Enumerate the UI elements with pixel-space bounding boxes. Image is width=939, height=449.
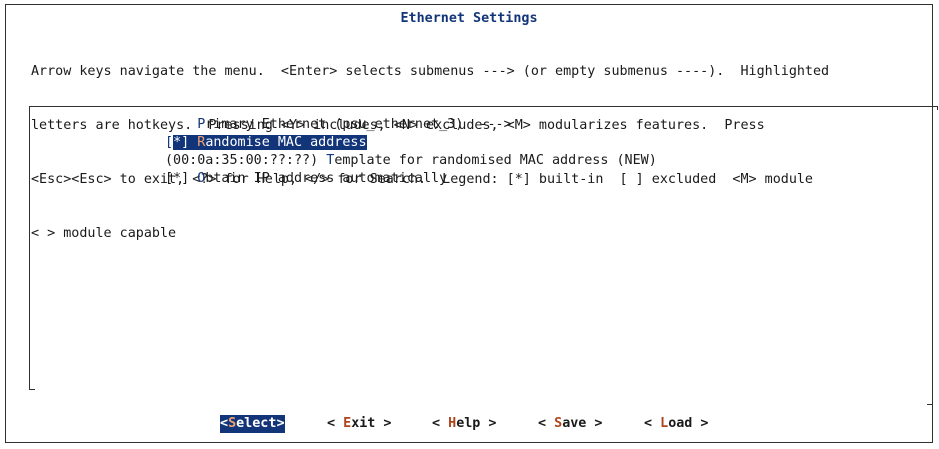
exit-button[interactable]: < Exit > — [327, 415, 392, 433]
button-label: xit — [351, 416, 376, 431]
menu-item-primary-ethernet[interactable]: Primary Ethernet (psu_ethernet_3) ---> — [165, 116, 512, 134]
menu-item-label: btain IP address automatically — [205, 171, 448, 186]
button-label: ave — [562, 416, 587, 431]
button-hotkey: L — [660, 416, 669, 431]
button-bracket: > — [480, 416, 497, 431]
button-hotkey: S — [228, 416, 237, 431]
button-hotkey: H — [448, 416, 457, 431]
menu-item-mac-template[interactable]: (00:0a:35:00:??:??) Template for randomi… — [165, 152, 657, 170]
button-hotkey: S — [554, 416, 563, 431]
load-button[interactable]: < Load > — [644, 415, 709, 433]
button-separator-tick — [927, 404, 932, 405]
menu-item-value: (00:0a:35:00:??:??) — [165, 153, 327, 168]
button-bracket: > — [276, 416, 285, 431]
menu-item-indent — [165, 117, 197, 132]
checkbox-mark: * — [173, 135, 182, 150]
help-button[interactable]: < Help > — [432, 415, 497, 433]
checkbox-close: ] — [181, 135, 198, 150]
menu-item-label: andomise MAC address — [205, 135, 367, 150]
button-bracket: < — [644, 416, 661, 431]
button-bracket: < — [220, 416, 229, 431]
button-label: elect — [236, 416, 277, 431]
frame-corner — [29, 389, 35, 390]
button-label: elp — [456, 416, 481, 431]
button-bracket: < — [432, 416, 449, 431]
button-hotkey: E — [343, 416, 352, 431]
button-label: oad — [668, 416, 693, 431]
menu-item-label: emplate for randomised MAC address (NEW) — [334, 153, 657, 168]
button-bracket: < — [327, 416, 344, 431]
frame-tick — [937, 107, 938, 110]
button-bracket: > — [375, 416, 392, 431]
menu-item-randomise-mac[interactable]: [*] Randomise MAC address — [165, 134, 367, 152]
checkbox-mark: [*] — [165, 171, 198, 186]
dialog-title: Ethernet Settings — [400, 11, 538, 26]
menu-item-obtain-ip[interactable]: [*] Obtain IP address automatically — [165, 170, 447, 188]
select-button[interactable]: <Select> — [220, 415, 285, 433]
help-line: Arrow keys navigate the menu. <Enter> se… — [31, 64, 830, 79]
menu-list: Primary Ethernet (psu_ethernet_3) ---> [… — [29, 106, 938, 390]
button-bar: <Select> < Exit > < Help > < Save > < Lo… — [6, 415, 932, 433]
cursor-bracket: [ — [165, 135, 174, 150]
button-bracket: < — [538, 416, 555, 431]
dialog-frame: Ethernet Settings Arrow keys navigate th… — [5, 4, 938, 443]
menu-item-label: rimary Ethernet (psu_ethernet_3) ---> — [205, 117, 512, 132]
button-bracket: > — [586, 416, 603, 431]
button-bracket: > — [692, 416, 709, 431]
save-button[interactable]: < Save > — [538, 415, 603, 433]
